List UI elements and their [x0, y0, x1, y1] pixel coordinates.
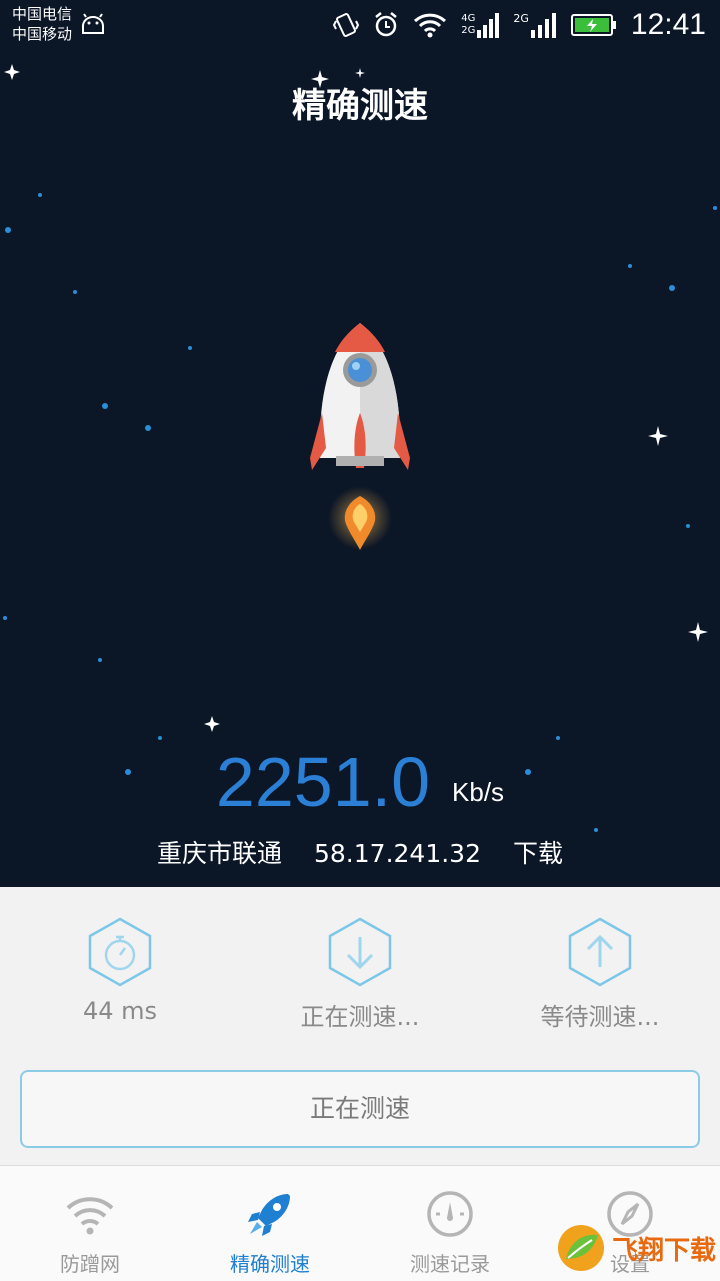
stopwatch-icon	[88, 917, 152, 987]
signal-group-1: 4G 2G	[461, 12, 500, 38]
android-icon	[82, 13, 105, 34]
download-metric: 正在测速...	[240, 917, 480, 1032]
battery-icon	[570, 14, 616, 36]
signal-icon-2	[530, 13, 556, 38]
speedometer-icon	[427, 1191, 473, 1237]
page-title: 精确测速	[292, 86, 428, 126]
speed-unit: Kb/s	[452, 777, 505, 807]
signal-group-2: 2G	[513, 12, 557, 38]
server-location: 重庆市联通	[157, 839, 283, 868]
alarm-icon	[375, 12, 398, 37]
download-arrow-icon	[328, 917, 392, 987]
clock: 12:41	[630, 8, 706, 41]
tab-speed-test[interactable]: 精确测速	[180, 1166, 360, 1281]
speed-test-button[interactable]: 正在测速	[20, 1070, 700, 1148]
rocket-icon	[248, 1194, 290, 1236]
status-bar: 中国电信 中国移动 4G 2G 2G 12:41	[0, 0, 720, 50]
leaf-logo	[557, 1225, 604, 1271]
watermark: 飞翔下载	[556, 1223, 716, 1273]
carrier-2: 中国移动	[12, 25, 73, 43]
speed-test-screen: 中国电信 中国移动 4G 2G 2G 12:41 精确测速 2251.0 Kb/…	[0, 0, 720, 887]
tab-label: 测速记录	[410, 1252, 490, 1276]
wifi-status-icon	[414, 13, 447, 38]
tab-anti-freeloader[interactable]: 防蹭网	[0, 1166, 180, 1281]
server-ip: 58.17.241.32	[314, 839, 481, 868]
carrier-1: 中国电信	[12, 5, 73, 23]
results-panel: 44 ms 正在测速... 等待测速... 正在测速 防蹭网 精确测速 测速记录…	[0, 887, 720, 1281]
wifi-icon	[66, 1197, 114, 1235]
status-icons: 4G 2G 2G 12:41	[333, 0, 706, 50]
server-info: 重庆市联通 58.17.241.32 下载	[0, 834, 720, 870]
upload-label: 等待测速...	[540, 1003, 660, 1031]
network-type-3: 2G	[513, 12, 529, 25]
speed-readout: 2251.0 Kb/s	[0, 742, 720, 822]
signal-icon	[477, 13, 500, 38]
network-type-1: 4G	[461, 13, 476, 24]
carrier-labels: 中国电信 中国移动	[12, 4, 106, 44]
network-type-2: 2G	[461, 25, 476, 36]
test-mode: 下载	[512, 839, 563, 868]
upload-arrow-icon	[568, 917, 632, 987]
tab-label: 精确测速	[230, 1252, 310, 1276]
tab-label: 防蹭网	[60, 1252, 120, 1276]
download-label: 正在测速...	[300, 1003, 420, 1031]
upload-metric: 等待测速...	[480, 917, 720, 1032]
bottom-tab-bar: 防蹭网 精确测速 测速记录 设置 飞翔下载	[0, 1165, 720, 1281]
vibrate-icon	[333, 13, 360, 37]
tab-speed-history[interactable]: 测速记录	[360, 1166, 540, 1281]
watermark-text: 飞翔下载	[611, 1235, 716, 1266]
ping-label: 44 ms	[82, 997, 158, 1025]
speed-value: 2251.0	[215, 743, 431, 821]
ping-metric: 44 ms	[0, 917, 240, 1025]
rocket-illustration	[310, 323, 410, 550]
